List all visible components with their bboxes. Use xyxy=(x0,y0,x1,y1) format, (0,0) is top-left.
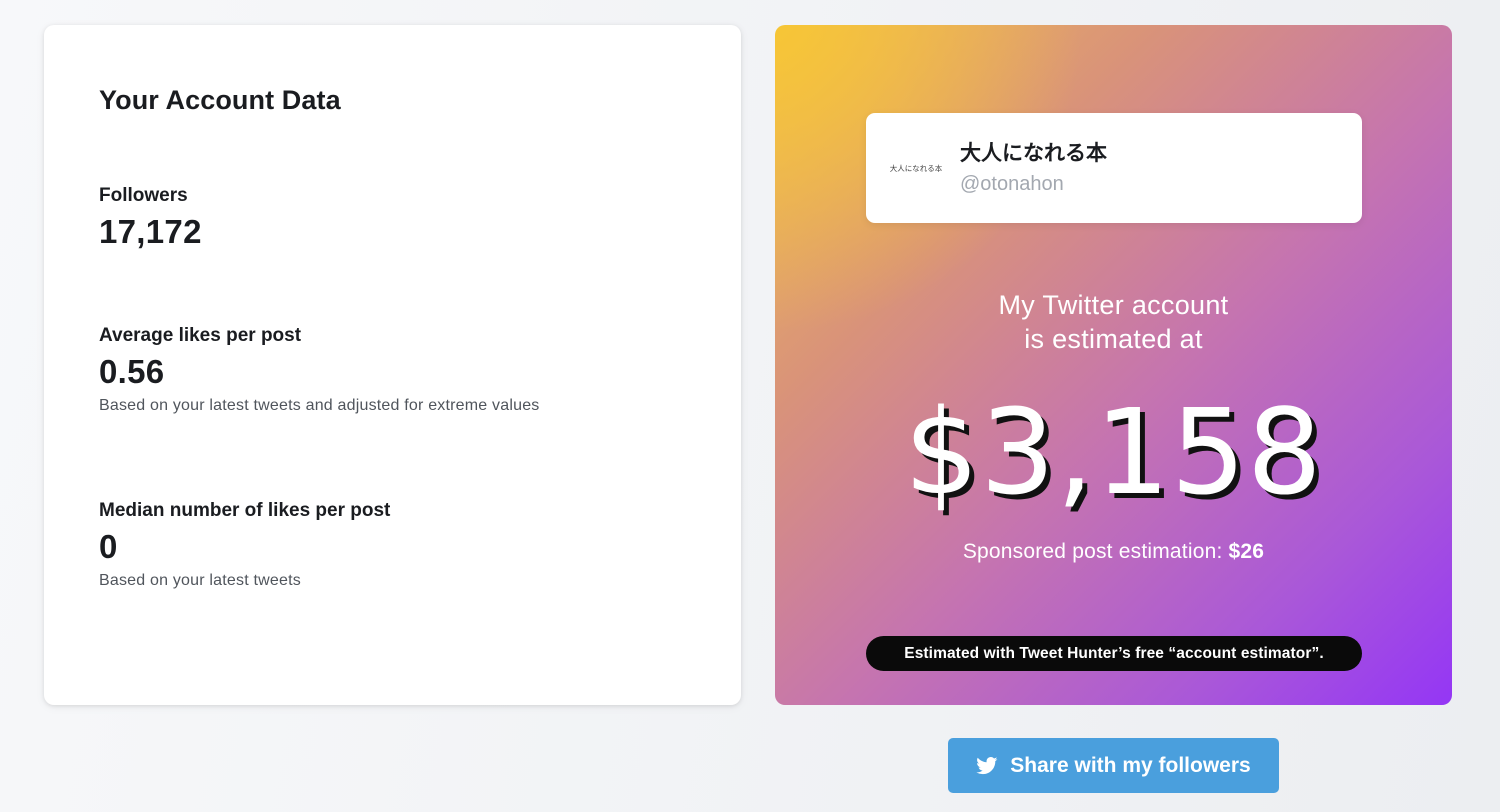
twitter-bird-icon xyxy=(976,756,998,775)
estimate-heading: My Twitter account is estimated at xyxy=(775,288,1452,356)
profile-handle: @otonahon xyxy=(960,173,1064,195)
median-likes-stat: Median number of likes per post 0 Based … xyxy=(99,500,390,590)
page: Your Account Data Followers 17,172 Avera… xyxy=(0,0,1500,812)
average-likes-stat: Average likes per post 0.56 Based on you… xyxy=(99,325,540,415)
average-likes-note: Based on your latest tweets and adjusted… xyxy=(99,397,540,414)
estimate-heading-line-1: My Twitter account xyxy=(998,290,1229,320)
sponsored-label: Sponsored post estimation: xyxy=(962,540,1229,563)
estimator-credit-pill: Estimated with Tweet Hunter’s free “acco… xyxy=(866,636,1362,671)
median-likes-label: Median number of likes per post xyxy=(99,500,391,521)
followers-value: 17,172 xyxy=(99,213,202,250)
sponsored-post-estimation: Sponsored post estimation: $26 xyxy=(775,540,1452,564)
followers-label: Followers xyxy=(99,185,188,206)
account-data-title: Your Account Data xyxy=(99,85,341,115)
estimated-value: $3,158 xyxy=(904,383,1323,521)
average-likes-label: Average likes per post xyxy=(99,325,302,346)
median-likes-note: Based on your latest tweets xyxy=(99,572,301,589)
avatar: 大人になれる本 xyxy=(889,163,943,173)
estimate-heading-line-2: is estimated at xyxy=(1024,324,1203,354)
profile-card: 大人になれる本 大人になれる本 @otonahon xyxy=(866,113,1362,223)
account-estimate-card: 大人になれる本 大人になれる本 @otonahon My Twitter acc… xyxy=(775,25,1452,705)
profile-name: 大人になれる本 xyxy=(960,142,1107,165)
sponsored-value: $26 xyxy=(1228,540,1265,563)
median-likes-value: 0 xyxy=(99,528,118,565)
account-data-card: Your Account Data Followers 17,172 Avera… xyxy=(44,25,741,705)
average-likes-value: 0.56 xyxy=(99,353,165,390)
followers-stat: Followers 17,172 xyxy=(99,185,202,251)
share-with-followers-button[interactable]: Share with my followers xyxy=(948,738,1279,793)
share-button-label: Share with my followers xyxy=(1010,753,1251,777)
